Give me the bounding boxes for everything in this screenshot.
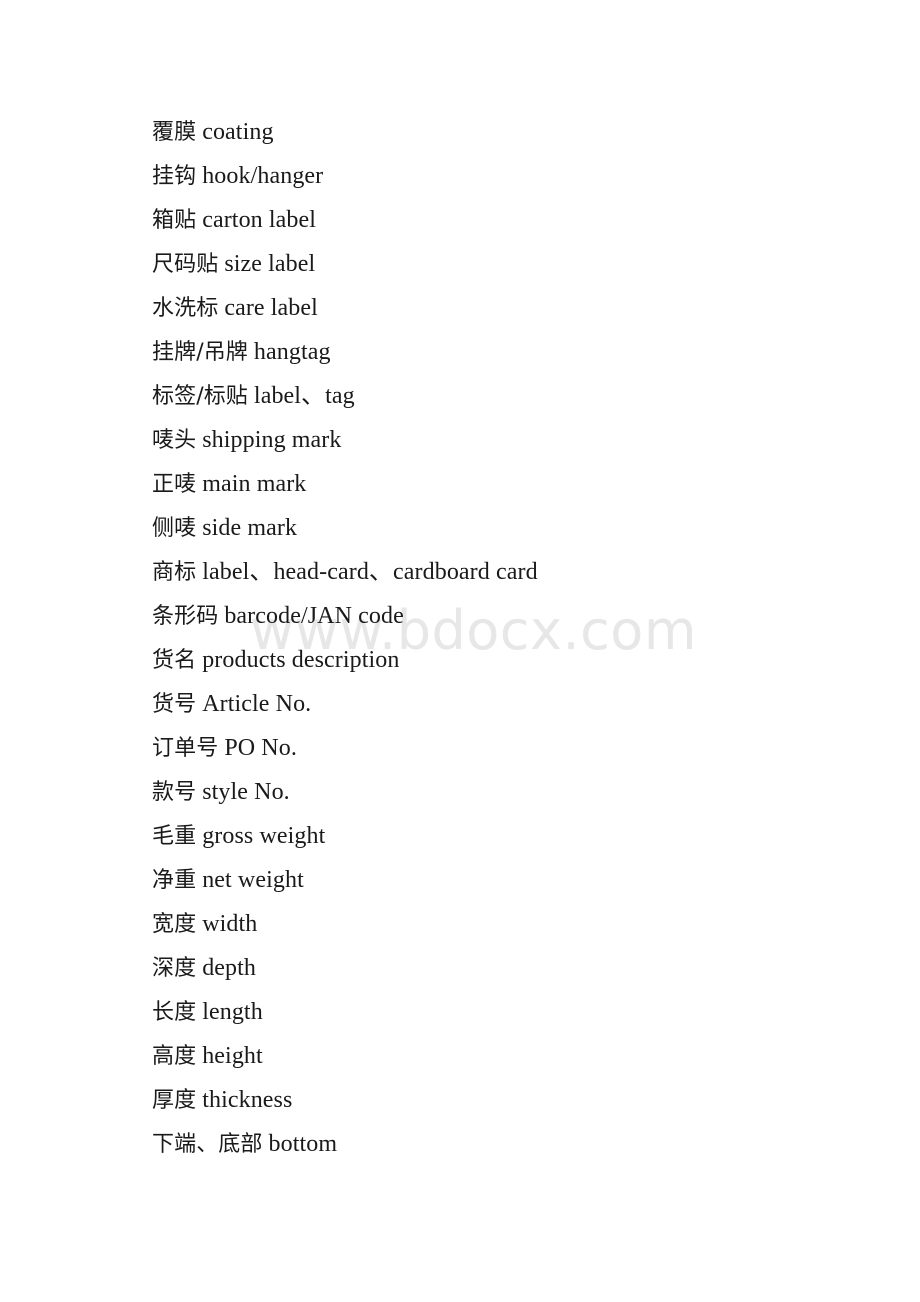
glossary-term-chinese: 挂钩	[152, 164, 197, 189]
glossary-term-english: PO No.	[224, 735, 297, 761]
glossary-entry: 高度 height	[152, 1034, 880, 1078]
glossary-term-chinese: 侧唛	[152, 516, 197, 541]
glossary-term-english: carton label	[202, 207, 317, 233]
glossary-term-english: height	[202, 1043, 263, 1069]
glossary-term-chinese: 箱贴	[152, 208, 197, 233]
glossary-entry: 长度 length	[152, 990, 880, 1034]
glossary-term-english: net weight	[202, 867, 304, 893]
glossary-entry: 毛重 gross weight	[152, 814, 880, 858]
glossary-term-english: hangtag	[253, 339, 331, 365]
glossary-entry: 条形码 barcode/JAN code	[152, 594, 880, 638]
glossary-term-english: coating	[202, 119, 274, 145]
glossary-term-chinese: 高度	[152, 1044, 197, 1069]
glossary-term-english: style No.	[202, 779, 290, 805]
glossary-entry: 货号 Article No.	[152, 682, 880, 726]
glossary-term-chinese: 条形码	[152, 604, 219, 629]
glossary-term-chinese: 下端、底部	[152, 1132, 263, 1157]
glossary-term-english: barcode/JAN code	[224, 603, 404, 629]
glossary-term-english: width	[202, 911, 258, 937]
glossary-term-chinese: 毛重	[152, 824, 197, 849]
document-page: www.bdocx.com 覆膜 coating 挂钩 hook/hanger 箱贴 ca…	[0, 0, 920, 1302]
glossary-term-chinese: 覆膜	[152, 120, 197, 145]
glossary-term-chinese: 货名	[152, 648, 197, 673]
glossary-entry: 标签/标贴 label、tag	[152, 374, 880, 418]
glossary-term-english: gross weight	[202, 823, 326, 849]
glossary-term-english: products description	[202, 647, 400, 673]
glossary-list: 覆膜 coating 挂钩 hook/hanger 箱贴 carton label 尺码贴 s…	[152, 110, 880, 1166]
glossary-term-chinese: 净重	[152, 868, 197, 893]
glossary-term-chinese: 商标	[152, 560, 197, 585]
glossary-term-english: bottom	[268, 1131, 338, 1157]
glossary-entry: 箱贴 carton label	[152, 198, 880, 242]
glossary-entry: 货名 products description	[152, 638, 880, 682]
glossary-term-english: care label	[224, 295, 318, 321]
glossary-term-english: Article No.	[202, 691, 312, 717]
glossary-entry: 正唛 main mark	[152, 462, 880, 506]
glossary-term-chinese: 深度	[152, 956, 197, 981]
glossary-entry: 厚度 thickness	[152, 1078, 880, 1122]
glossary-entry: 下端、底部 bottom	[152, 1122, 880, 1166]
glossary-entry: 款号 style No.	[152, 770, 880, 814]
glossary-term-english: main mark	[202, 471, 307, 497]
glossary-term-english: label、head-card、cardboard card	[202, 559, 538, 585]
glossary-term-chinese: 长度	[152, 1000, 197, 1025]
glossary-entry: 尺码贴 size label	[152, 242, 880, 286]
glossary-entry: 净重 net weight	[152, 858, 880, 902]
glossary-term-chinese: 款号	[152, 780, 197, 805]
glossary-entry: 订单号 PO No.	[152, 726, 880, 770]
glossary-term-english: thickness	[202, 1087, 293, 1113]
glossary-entry: 深度 depth	[152, 946, 880, 990]
glossary-term-chinese: 标签/标贴	[152, 384, 248, 409]
glossary-term-chinese: 正唛	[152, 472, 197, 497]
glossary-term-english: depth	[202, 955, 257, 981]
glossary-term-english: label、tag	[253, 383, 355, 409]
glossary-entry: 挂牌/吊牌 hangtag	[152, 330, 880, 374]
glossary-entry: 商标 label、head-card、cardboard card	[152, 550, 880, 594]
glossary-term-chinese: 订单号	[152, 736, 219, 761]
glossary-entry: 覆膜 coating	[152, 110, 880, 154]
glossary-entry: 侧唛 side mark	[152, 506, 880, 550]
glossary-term-english: side mark	[202, 515, 298, 541]
glossary-term-chinese: 唛头	[152, 428, 197, 453]
glossary-entry: 水洗标 care label	[152, 286, 880, 330]
glossary-term-chinese: 厚度	[152, 1088, 197, 1113]
glossary-term-english: size label	[224, 251, 316, 277]
glossary-term-english: length	[202, 999, 263, 1025]
glossary-entry: 唛头 shipping mark	[152, 418, 880, 462]
glossary-entry: 宽度 width	[152, 902, 880, 946]
glossary-entry: 挂钩 hook/hanger	[152, 154, 880, 198]
glossary-term-chinese: 货号	[152, 692, 197, 717]
glossary-term-chinese: 水洗标	[152, 296, 219, 321]
glossary-term-chinese: 尺码贴	[152, 252, 219, 277]
glossary-term-chinese: 宽度	[152, 912, 197, 937]
glossary-term-chinese: 挂牌/吊牌	[152, 340, 248, 365]
glossary-term-english: shipping mark	[202, 427, 342, 453]
glossary-term-english: hook/hanger	[202, 163, 324, 189]
